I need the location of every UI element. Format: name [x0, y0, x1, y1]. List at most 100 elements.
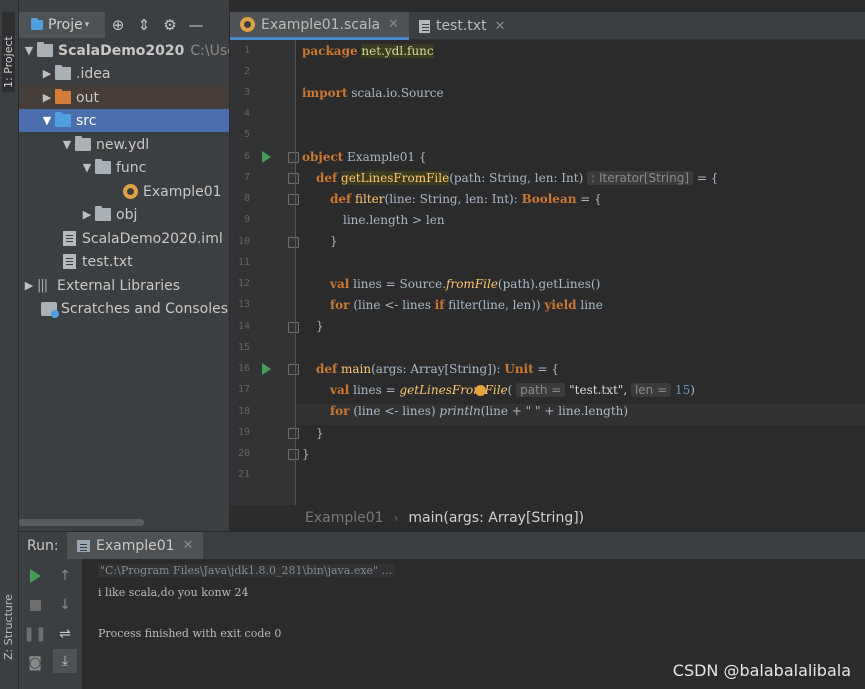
- close-icon[interactable]: ✕: [495, 19, 506, 34]
- code-line-3: import scala.io.Source: [302, 86, 444, 100]
- tree-item-label: func: [116, 159, 147, 176]
- fold-marker-icon[interactable]: [288, 364, 299, 375]
- code-line-17: val lines = getLinesFromFile( path = "te…: [330, 383, 695, 397]
- code-editor[interactable]: 1 2 3 4 5 6 7 8 9 10 11 12 13 14 15 16 1…: [230, 40, 865, 505]
- code-line-14: }: [316, 319, 324, 333]
- run-tab-example01[interactable]: Example01 ✕: [67, 531, 204, 560]
- project-panel: Proje ▾ ⊕ ⇕ ⚙ — ▼ ScalaDemo2020 C:\Users…: [19, 0, 230, 531]
- camera-icon[interactable]: ◙: [23, 651, 47, 675]
- close-icon[interactable]: ✕: [388, 17, 399, 32]
- editor-breadcrumb: Example01 › main(args: Array[String]): [230, 505, 865, 531]
- expand-arrow-icon[interactable]: ▼: [79, 161, 95, 174]
- code-line-9: line.length > len: [343, 213, 445, 227]
- expand-arrow-icon[interactable]: ▼: [59, 138, 75, 151]
- fold-marker-icon[interactable]: [288, 194, 299, 205]
- locate-target-icon[interactable]: ⊕: [105, 12, 131, 38]
- scroll-down-icon[interactable]: ↓: [53, 593, 77, 617]
- left-tool-strip: 1: Project Z: Structure: [0, 0, 19, 689]
- tree-item-external-libraries[interactable]: ▶ ||| External Libraries: [19, 274, 229, 297]
- chevron-down-icon[interactable]: ▾: [85, 20, 90, 30]
- tab-label: test.txt: [435, 18, 487, 34]
- collapse-all-icon[interactable]: ⇕: [131, 12, 157, 38]
- tree-item-label: External Libraries: [57, 277, 180, 294]
- module-file-icon: [63, 231, 76, 246]
- breadcrumb-method[interactable]: main(args: Array[String]): [408, 510, 584, 526]
- close-icon[interactable]: ✕: [183, 538, 194, 553]
- project-view-selector[interactable]: Proje ▾: [19, 12, 105, 38]
- intention-bulb-icon[interactable]: [475, 385, 486, 396]
- scroll-up-icon[interactable]: ↑: [53, 564, 77, 588]
- expand-arrow-icon[interactable]: ▶: [79, 208, 95, 221]
- tree-item-idea[interactable]: ▶ .idea: [19, 62, 229, 85]
- tree-item-obj[interactable]: ▶ obj: [19, 203, 229, 226]
- line-number: 16: [237, 363, 250, 374]
- rerun-icon[interactable]: [23, 564, 47, 588]
- line-number: 13: [237, 299, 250, 310]
- watermark: CSDN @balabalalibala: [672, 661, 851, 680]
- package-icon: [75, 136, 91, 151]
- tree-item-new-ydl[interactable]: ▼ new.ydl: [19, 133, 229, 156]
- tree-item-out[interactable]: ▶ out: [19, 86, 229, 109]
- code-line-16: def main(args: Array[String]): Unit = {: [316, 362, 560, 376]
- gear-icon[interactable]: ⚙: [157, 12, 183, 38]
- tree-item-test-txt[interactable]: test.txt: [19, 250, 229, 273]
- expand-arrow-icon[interactable]: ▶: [39, 91, 55, 104]
- text-file-icon: [63, 254, 76, 269]
- tree-item-project-root[interactable]: ▼ ScalaDemo2020 C:\Users: [19, 39, 229, 62]
- code-line-18: for (line <- lines) println(line + " " +…: [330, 404, 629, 418]
- type-hint: : Iterator[String]: [587, 171, 694, 185]
- tree-item-scratches[interactable]: Scratches and Consoles: [19, 297, 229, 320]
- expand-arrow-icon[interactable]: ▼: [21, 44, 37, 57]
- structure-tool-tab[interactable]: Z: Structure: [2, 570, 15, 660]
- code-line-12: val lines = Source.fromFile(path).getLin…: [330, 277, 601, 291]
- fold-marker-icon[interactable]: [288, 152, 299, 163]
- run-gutter-icon[interactable]: [262, 363, 271, 375]
- hide-panel-icon[interactable]: —: [183, 12, 209, 38]
- editor-tab-bar: Example01.scala ✕ test.txt ✕: [230, 12, 865, 40]
- expand-arrow-icon[interactable]: ▶: [39, 67, 55, 80]
- soft-wrap-icon[interactable]: ⇌: [53, 622, 77, 646]
- scroll-to-end-icon[interactable]: ⤓: [53, 649, 77, 673]
- fold-marker-icon[interactable]: [288, 237, 299, 248]
- tree-item-iml[interactable]: ScalaDemo2020.iml: [19, 227, 229, 250]
- tab-example01-scala[interactable]: Example01.scala ✕: [230, 12, 409, 40]
- tab-test-txt[interactable]: test.txt ✕: [409, 12, 516, 40]
- tree-item-label: ScalaDemo2020.iml: [82, 230, 223, 247]
- breadcrumb-class[interactable]: Example01: [305, 510, 384, 526]
- fold-marker-icon[interactable]: [288, 173, 299, 184]
- line-number: 7: [243, 172, 250, 183]
- source-folder-icon: [55, 112, 71, 127]
- stop-icon[interactable]: [23, 593, 47, 617]
- line-number: 11: [237, 257, 250, 268]
- expand-arrow-icon[interactable]: ▶: [21, 279, 37, 292]
- horizontal-scrollbar[interactable]: [19, 519, 144, 526]
- line-number: 21: [237, 469, 250, 480]
- tree-item-example01[interactable]: Example01: [19, 180, 229, 203]
- code-line-10: }: [330, 234, 338, 248]
- line-number: 15: [237, 342, 250, 353]
- tree-item-label: test.txt: [82, 253, 133, 270]
- fold-marker-icon[interactable]: [288, 449, 299, 460]
- tree-item-src[interactable]: ▼ src: [19, 109, 229, 132]
- line-number: 9: [243, 214, 250, 225]
- gutter-separator: [295, 40, 296, 505]
- folder-icon: [55, 65, 71, 80]
- line-number: 8: [243, 193, 250, 204]
- line-number: 19: [237, 427, 250, 438]
- expand-arrow-icon[interactable]: ▼: [39, 114, 55, 127]
- excluded-folder-icon: [55, 89, 71, 104]
- project-tool-tab[interactable]: 1: Project: [2, 12, 15, 92]
- text-file-icon: [418, 19, 430, 33]
- console-command-line: "C:\Program Files\Java\jdk1.8.0_281\bin\…: [98, 564, 395, 577]
- run-panel-label: Run:: [27, 537, 59, 554]
- fold-marker-icon[interactable]: [288, 428, 299, 439]
- tree-item-func[interactable]: ▼ func: [19, 156, 229, 179]
- package-icon: [95, 206, 111, 221]
- editor-gutter: 1 2 3 4 5 6 7 8 9 10 11 12 13 14 15 16 1…: [230, 40, 299, 505]
- folder-icon: [37, 42, 53, 57]
- run-gutter-icon[interactable]: [262, 151, 271, 163]
- code-line-8: def filter(line: String, len: Int): Bool…: [330, 192, 602, 206]
- fold-marker-icon[interactable]: [288, 322, 299, 333]
- pause-icon[interactable]: ❚❚: [23, 622, 47, 646]
- tree-item-label: out: [76, 89, 99, 106]
